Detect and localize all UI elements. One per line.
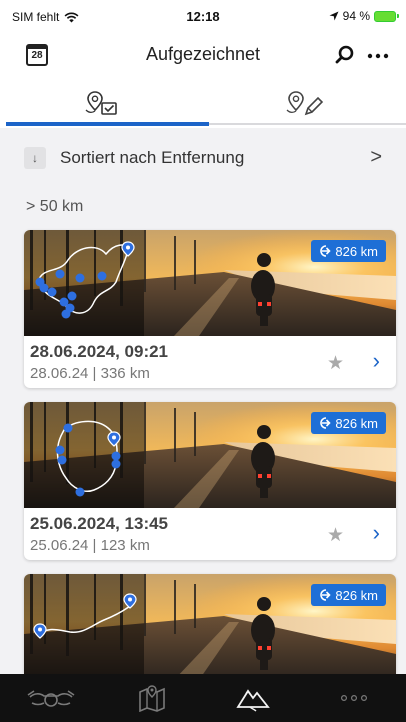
badge-distance: 826 km [335, 243, 378, 259]
map-icon [138, 685, 165, 712]
ride-info: 25.06.2024, 13:45 25.06.24 | 123 km ★ › [24, 508, 396, 560]
battery-icon [374, 10, 399, 22]
badge-distance: 826 km [335, 587, 378, 603]
route-distance-icon [320, 417, 331, 429]
ride-card[interactable]: 826 km 25.06.2024, 13:45 25.06.24 | 123 … [24, 402, 396, 560]
route-distance-icon [320, 589, 331, 601]
total-distance-badge: 826 km [311, 584, 386, 606]
tab-rides[interactable] [202, 674, 303, 722]
bottom-tab-bar [0, 674, 406, 722]
tab-recorded[interactable] [0, 80, 203, 128]
sort-selector[interactable]: ↓ Sortiert nach Entfernung > [6, 140, 400, 176]
ride-card[interactable]: 826 km 28.06.2024, 09:21 28.06.24 | 336 … [24, 230, 396, 388]
badge-distance: 826 km [335, 415, 378, 431]
rides-mountain-icon [235, 689, 270, 712]
total-distance-badge: 826 km [311, 240, 386, 262]
sort-label: Sortiert nach Entfernung [60, 148, 245, 167]
navigation-bar: 28 Aufgezeichnet [0, 30, 406, 80]
system-indicators: 94 % [329, 9, 399, 23]
recorded-routes-icon [85, 91, 117, 115]
tab-vehicle[interactable] [0, 674, 101, 722]
favorite-star-icon[interactable]: ★ [327, 352, 344, 375]
battery-percent: 94 % [342, 9, 370, 23]
tab-more[interactable] [303, 674, 404, 722]
route-type-tabs [0, 80, 406, 128]
tab-map[interactable] [101, 674, 202, 722]
planned-routes-icon [286, 91, 323, 116]
ride-card[interactable]: 826 km [24, 574, 396, 674]
ride-info: 28.06.2024, 09:21 28.06.24 | 336 km ★ › [24, 336, 396, 388]
ride-thumbnail: 826 km [24, 574, 396, 674]
distance-section-header: > 50 km [26, 198, 84, 215]
ride-thumbnail: 826 km [24, 230, 396, 336]
motorcycle-icon [27, 690, 74, 707]
chevron-right-icon: > [370, 146, 382, 168]
more-icon [340, 694, 367, 702]
status-bar: SIM fehlt 12:18 94 % [0, 0, 406, 30]
tab-indicator-track [209, 123, 406, 125]
chevron-right-icon[interactable]: › [373, 520, 380, 546]
search-icon[interactable] [334, 44, 356, 66]
active-tab-indicator [6, 122, 209, 126]
ride-thumbnail: 826 km [24, 402, 396, 508]
route-distance-icon [320, 245, 331, 257]
favorite-star-icon[interactable]: ★ [327, 524, 344, 547]
chevron-right-icon[interactable]: › [373, 348, 380, 374]
tab-planned[interactable] [203, 80, 406, 128]
total-distance-badge: 826 km [311, 412, 386, 434]
sort-down-icon: ↓ [24, 147, 46, 169]
more-options-icon[interactable] [366, 44, 390, 66]
location-arrow-icon [329, 11, 339, 21]
